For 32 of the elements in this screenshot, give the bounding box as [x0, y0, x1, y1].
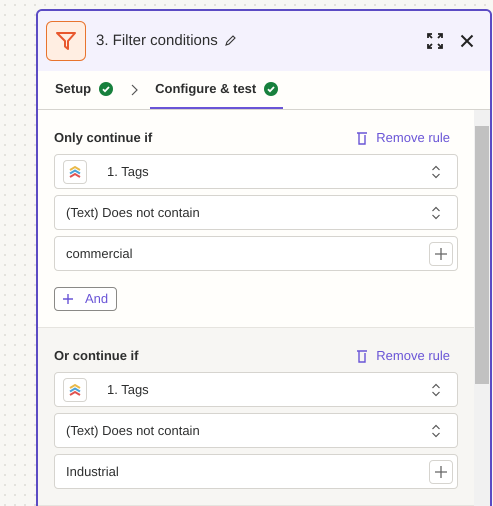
- field-select[interactable]: 1. Tags: [54, 372, 458, 407]
- panel-title: 3. Filter conditions: [96, 30, 218, 51]
- operator-select[interactable]: (Text) Does not contain: [54, 195, 458, 230]
- expand-icon[interactable]: [426, 32, 444, 50]
- up-down-chevron-icon: [431, 206, 441, 220]
- plus-icon: [435, 466, 447, 478]
- step-tab[interactable]: Setup: [50, 71, 118, 109]
- trash-icon: [356, 349, 368, 363]
- field-select[interactable]: 1. Tags: [54, 154, 458, 189]
- operator-select[interactable]: (Text) Does not contain: [54, 413, 458, 448]
- trash-icon: [356, 131, 368, 145]
- and-button[interactable]: And: [54, 287, 118, 311]
- plus-icon: [435, 248, 447, 260]
- value-field[interactable]: commercial: [54, 236, 458, 271]
- pencil-icon[interactable]: [224, 35, 236, 47]
- up-down-chevron-icon: [431, 382, 441, 396]
- add-value-button[interactable]: [429, 460, 453, 484]
- close-icon[interactable]: [460, 34, 474, 48]
- plus-icon: [63, 294, 73, 304]
- up-down-chevron-icon: [431, 424, 441, 438]
- value-field[interactable]: Industrial: [54, 454, 458, 489]
- add-value-button[interactable]: [429, 242, 453, 266]
- chevron-right-icon: [130, 84, 138, 96]
- remove-rule-button[interactable]: Remove rule: [356, 346, 458, 366]
- app-logo-icon: [63, 160, 87, 184]
- remove-rule-button[interactable]: Remove rule: [356, 128, 458, 148]
- up-down-chevron-icon: [431, 164, 441, 178]
- rule-heading: Only continue if: [54, 129, 152, 148]
- rule-heading: Or continue if: [54, 347, 138, 366]
- filter-app-icon: [46, 21, 86, 61]
- scrollbar-thumb[interactable]: [475, 126, 489, 384]
- app-logo-icon: [63, 378, 87, 402]
